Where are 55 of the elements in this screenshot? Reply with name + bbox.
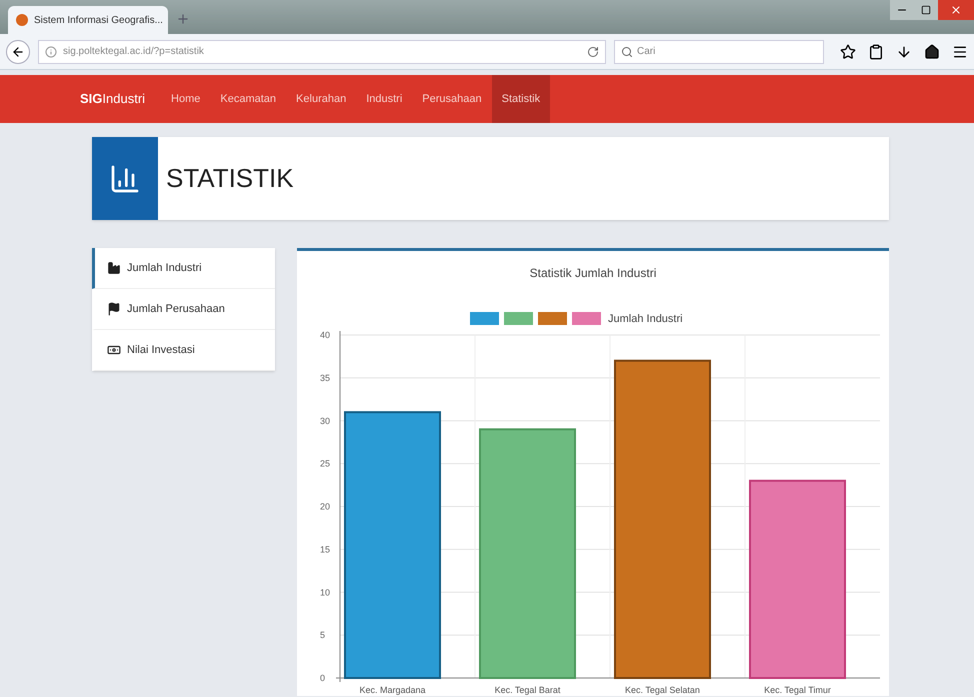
factory-icon bbox=[107, 261, 121, 275]
close-button[interactable] bbox=[938, 0, 974, 20]
sidebar-item[interactable]: Jumlah Perusahaan bbox=[92, 289, 275, 330]
sidebar-item[interactable]: Jumlah Industri bbox=[92, 248, 275, 289]
nav-link[interactable]: Kelurahan bbox=[286, 75, 356, 123]
y-tick-label: 0 bbox=[320, 673, 326, 683]
download-icon[interactable] bbox=[896, 44, 912, 60]
browser-tab[interactable]: Sistem Informasi Geografis... bbox=[8, 6, 168, 34]
page-title: STATISTIK bbox=[166, 162, 294, 195]
y-tick-label: 20 bbox=[320, 502, 330, 512]
nav-link[interactable]: Home bbox=[161, 75, 210, 123]
x-tick-label: Kec. Tegal Barat bbox=[494, 685, 560, 695]
legend-swatch bbox=[538, 312, 567, 325]
nav-link[interactable]: Industri bbox=[356, 75, 412, 123]
y-tick-label: 15 bbox=[320, 544, 330, 554]
url-text: sig.poltektegal.ac.id/?p=statistik bbox=[63, 45, 205, 59]
y-tick-label: 5 bbox=[320, 630, 326, 640]
y-tick-label: 10 bbox=[320, 587, 330, 598]
reload-icon[interactable] bbox=[587, 46, 599, 58]
sidebar-item[interactable]: Nilai Investasi bbox=[92, 330, 275, 371]
x-tick-label: Kec. Tegal Timur bbox=[764, 685, 831, 695]
y-tick-label: 25 bbox=[320, 458, 330, 469]
back-button[interactable] bbox=[6, 40, 30, 64]
maximize-icon bbox=[921, 5, 931, 15]
chart-title: Statistik Jumlah Industri bbox=[530, 266, 656, 280]
bookmark-icon[interactable] bbox=[840, 44, 856, 60]
search-input[interactable]: Cari bbox=[637, 44, 817, 59]
nav-link[interactable]: Kecamatan bbox=[210, 75, 286, 123]
brand-logo[interactable]: SIGIndustri bbox=[80, 75, 162, 123]
nav-link[interactable]: Perusahaan bbox=[412, 75, 492, 123]
tab-title: Sistem Informasi Geografis... bbox=[34, 14, 163, 28]
y-tick-label: 40 bbox=[320, 330, 330, 340]
y-tick-label: 30 bbox=[320, 416, 330, 426]
search-field[interactable]: Cari bbox=[614, 40, 824, 64]
favicon-icon bbox=[16, 14, 28, 26]
url-field[interactable]: sig.poltektegal.ac.id/?p=statistik bbox=[38, 40, 606, 64]
clipboard-icon[interactable] bbox=[868, 44, 884, 60]
legend-swatch bbox=[572, 312, 601, 325]
x-tick-label: Kec. Margadana bbox=[359, 685, 426, 695]
new-tab-icon[interactable] bbox=[176, 12, 190, 26]
home-icon[interactable] bbox=[924, 44, 940, 60]
legend-label: Jumlah Industri bbox=[608, 313, 683, 325]
legend-swatch bbox=[504, 312, 533, 325]
legend-swatch bbox=[470, 312, 499, 325]
bar-chart-icon bbox=[109, 162, 141, 194]
flag-icon bbox=[107, 302, 121, 316]
nav-link[interactable]: Statistik bbox=[492, 75, 550, 123]
info-icon bbox=[45, 46, 57, 58]
x-tick-label: Kec. Tegal Selatan bbox=[625, 685, 700, 695]
y-tick-label: 35 bbox=[320, 372, 330, 383]
close-icon bbox=[950, 4, 962, 16]
banknote-icon bbox=[107, 343, 121, 357]
maximize-button[interactable] bbox=[914, 0, 938, 20]
menu-icon[interactable] bbox=[952, 44, 968, 60]
search-icon bbox=[621, 46, 633, 58]
